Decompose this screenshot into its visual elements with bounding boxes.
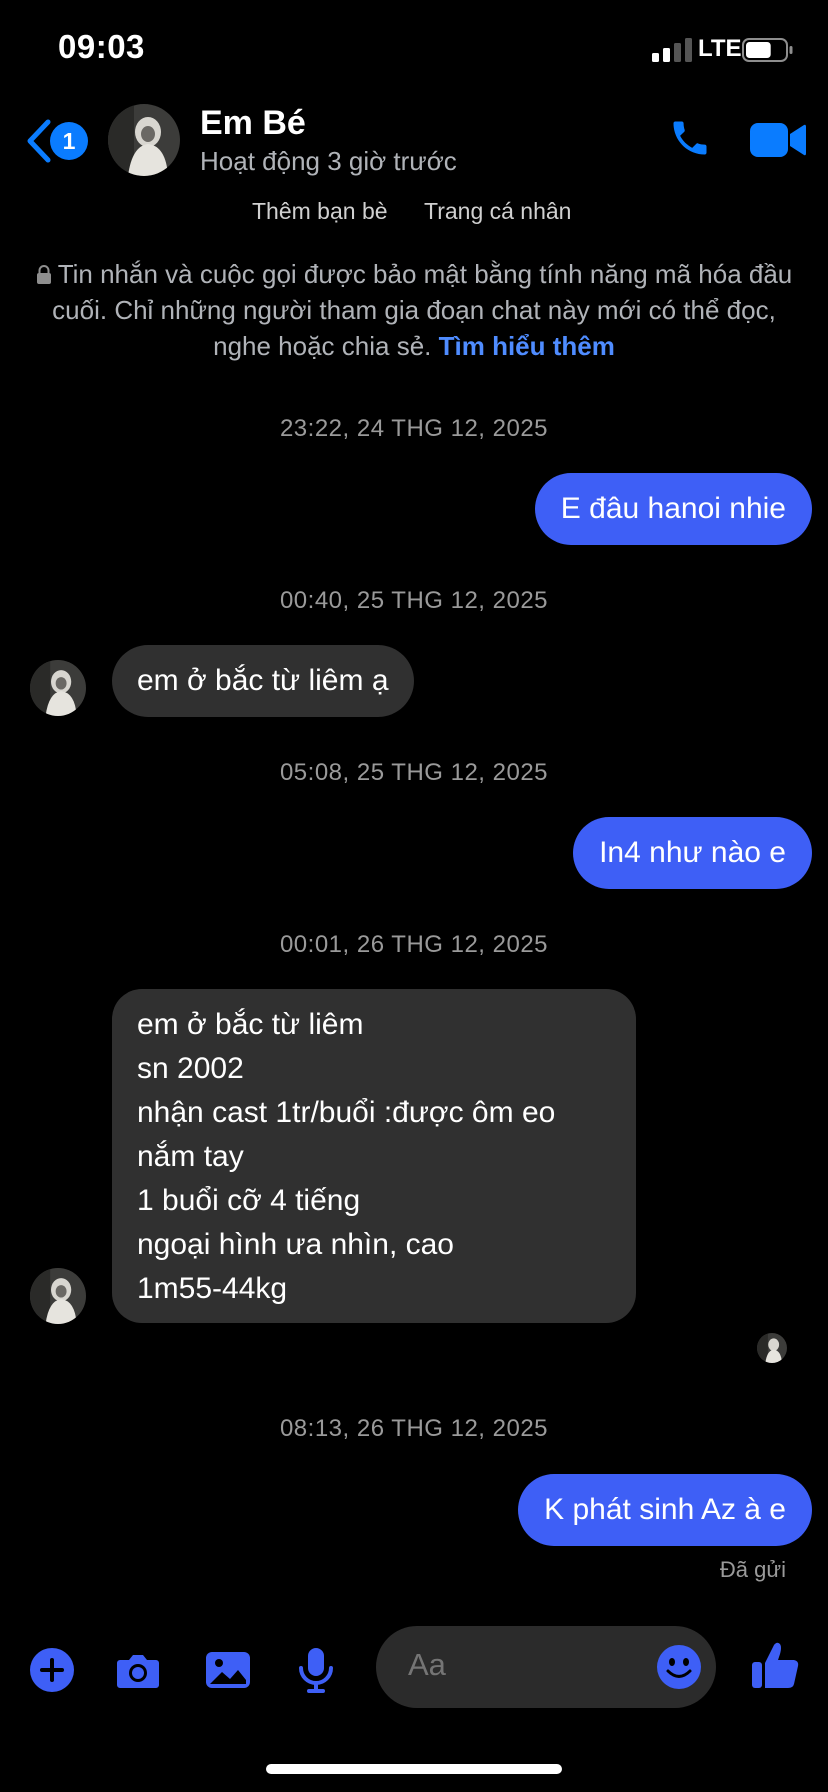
image-icon[interactable] xyxy=(204,1646,252,1694)
outgoing-message[interactable]: In4 như nào e xyxy=(573,817,812,889)
message-line: ngoại hình ưa nhìn, cao xyxy=(137,1228,454,1261)
message-timestamp: 00:40, 25 THG 12, 2025 xyxy=(279,587,549,614)
sender-avatar[interactable] xyxy=(30,1268,86,1324)
unread-badge[interactable]: 1 xyxy=(50,122,88,160)
contact-status: Hoạt động 3 giờ trước xyxy=(200,146,457,176)
home-indicator xyxy=(266,1764,562,1774)
message-line: nắm tay xyxy=(137,1140,244,1173)
message-timestamp: 08:13, 26 THG 12, 2025 xyxy=(279,1415,549,1442)
video-camera-icon[interactable] xyxy=(750,120,806,160)
message-line: em ở bắc từ liêm xyxy=(137,1008,364,1041)
outgoing-message[interactable]: K phát sinh Az à e xyxy=(518,1474,812,1546)
message-timestamp: 05:08, 25 THG 12, 2025 xyxy=(279,759,549,786)
contact-name[interactable]: Em Bé xyxy=(200,104,306,143)
message-line: 1 buổi cỡ 4 tiếng xyxy=(137,1184,361,1217)
message-line: 1m55-44kg xyxy=(137,1272,288,1305)
signal-icon xyxy=(652,38,692,62)
incoming-message[interactable]: em ở bắc từ liêm ạ xyxy=(112,645,414,717)
view-profile-link[interactable]: Trang cá nhân xyxy=(424,198,571,225)
message-timestamp: 00:01, 26 THG 12, 2025 xyxy=(279,931,549,958)
camera-icon[interactable] xyxy=(114,1646,162,1694)
incoming-message-multiline[interactable]: em ở bắc từ liêm sn 2002 nhận cast 1tr/b… xyxy=(112,989,636,1323)
sender-avatar[interactable] xyxy=(30,660,86,716)
add-friend-link[interactable]: Thêm bạn bè xyxy=(252,198,388,225)
status-time: 09:03 xyxy=(58,28,145,65)
contact-avatar[interactable] xyxy=(108,104,180,176)
phone-icon[interactable] xyxy=(668,116,712,160)
plus-icon[interactable] xyxy=(28,1646,76,1694)
message-input[interactable] xyxy=(408,1647,648,1683)
encryption-text: Tin nhắn và cuộc gọi được bảo mật bằng t… xyxy=(52,259,793,361)
network-type: LTE xyxy=(698,35,742,62)
encryption-notice: Tin nhắn và cuộc gọi được bảo mật bằng t… xyxy=(30,256,798,364)
microphone-icon[interactable] xyxy=(292,1646,340,1694)
learn-more-link[interactable]: Tìm hiểu thêm xyxy=(439,331,615,361)
seen-receipt-avatar xyxy=(757,1333,787,1363)
message-line: sn 2002 xyxy=(137,1052,244,1085)
emoji-icon[interactable] xyxy=(656,1644,702,1690)
message-status: Đã gửi xyxy=(719,1557,786,1582)
thumbs-up-icon[interactable] xyxy=(750,1640,800,1690)
outgoing-message[interactable]: E đâu hanoi nhie xyxy=(534,473,812,545)
lock-icon xyxy=(36,265,51,284)
message-line: nhận cast 1tr/buổi :được ôm eo xyxy=(137,1096,556,1129)
message-timestamp: 23:22, 24 THG 12, 2025 xyxy=(279,415,549,442)
battery-icon xyxy=(742,38,793,62)
